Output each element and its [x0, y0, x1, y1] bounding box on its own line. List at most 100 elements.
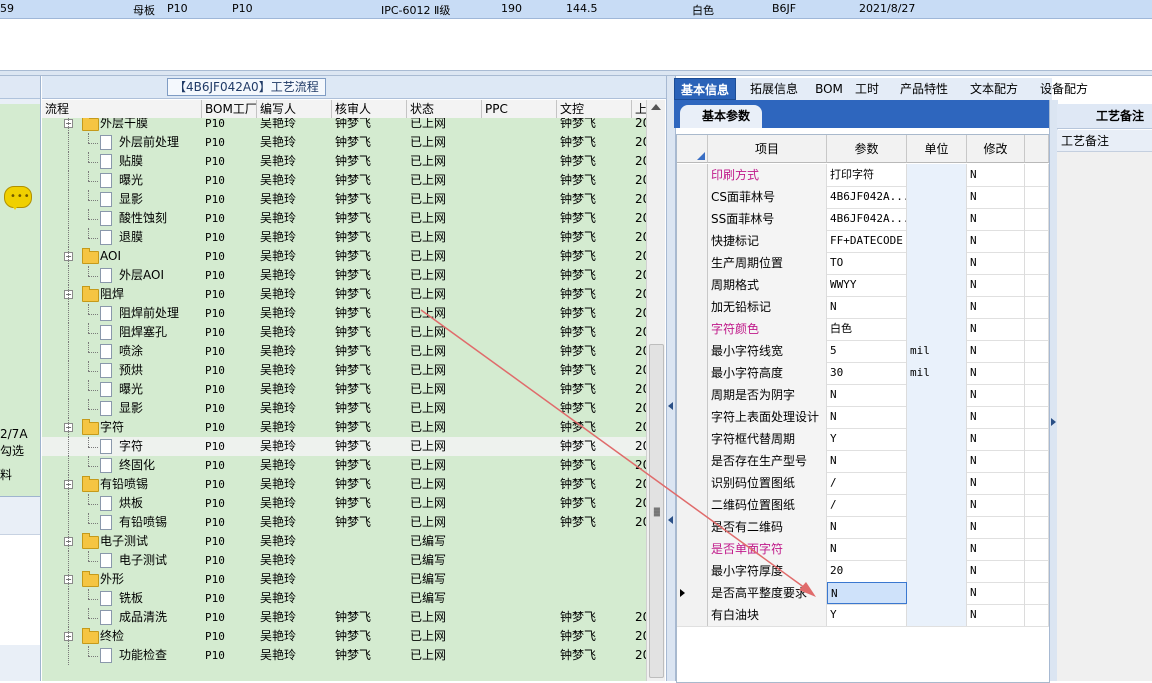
scroll-thumb[interactable]: ▬ ▬ ▬ — [649, 344, 664, 678]
tree-row[interactable]: 烘板 P10 吴艳玲 钟梦飞 已上网 钟梦飞 20 — [42, 494, 646, 513]
tree-row[interactable]: 字符 P10 吴艳玲 钟梦飞 已上网 钟梦飞 20 — [42, 437, 646, 456]
tab-product-features[interactable]: 产品特性 — [892, 78, 956, 100]
param-row[interactable]: 生产周期位置 TO N — [677, 252, 1049, 275]
param-modified[interactable]: N — [967, 516, 1025, 538]
param-modified[interactable]: N — [967, 428, 1025, 450]
param-row[interactable]: 二维码位置图纸 / N — [677, 494, 1049, 517]
param-modified[interactable]: N — [967, 560, 1025, 582]
param-value[interactable]: 打印字符 — [827, 164, 907, 186]
param-row[interactable]: 最小字符厚度 20 N — [677, 560, 1049, 583]
tree-row[interactable]: 有铅喷锡 P10 吴艳玲 钟梦飞 已上网 钟梦飞 20 — [42, 513, 646, 532]
param-modified[interactable]: N — [967, 208, 1025, 230]
param-value[interactable]: 20 — [827, 560, 907, 582]
param-row[interactable]: 是否存在生产型号 N N — [677, 450, 1049, 473]
tree-row[interactable]: −阻焊P10吴艳玲钟梦飞已上网钟梦飞20 — [42, 285, 646, 304]
param-unit[interactable] — [907, 318, 967, 340]
tree-row[interactable]: 显影 P10 吴艳玲 钟梦飞 已上网 钟梦飞 20 — [42, 399, 646, 418]
param-unit[interactable] — [907, 472, 967, 494]
tab-bom[interactable]: BOM — [812, 78, 846, 100]
row-indicator[interactable] — [677, 340, 708, 362]
param-modified[interactable]: N — [967, 472, 1025, 494]
param-row[interactable]: 最小字符高度 30 mil N — [677, 362, 1049, 385]
tree-row[interactable]: −有铅喷锡P10吴艳玲钟梦飞已上网钟梦飞20 — [42, 475, 646, 494]
tree-row[interactable]: 阻焊前处理 P10 吴艳玲 钟梦飞 已上网 钟梦飞 20 — [42, 304, 646, 323]
tree-header-col-ppc[interactable]: PPC — [482, 100, 557, 118]
param-modified[interactable]: N — [967, 494, 1025, 516]
param-modified[interactable]: N — [967, 230, 1025, 252]
tree-row[interactable]: − 外形 P10 吴艳玲 已编写 — [42, 570, 646, 589]
tree-header-col-writer[interactable]: 编写人 — [257, 100, 332, 118]
tree-row[interactable]: 成品清洗 P10 吴艳玲 钟梦飞 已上网 钟梦飞 20 — [42, 608, 646, 627]
tree-row[interactable]: 酸性蚀刻 P10 吴艳玲 钟梦飞 已上网 钟梦飞 20 — [42, 209, 646, 228]
param-modified[interactable]: N — [967, 340, 1025, 362]
tree-header-col-doc-ctrl[interactable]: 文控 — [557, 100, 632, 118]
tab-basic-info[interactable]: 基本信息 — [674, 78, 736, 100]
collapse-left-icon[interactable] — [668, 516, 673, 524]
tab-equipment-recipe[interactable]: 设备配方 — [1032, 78, 1096, 100]
tree-row[interactable]: 曝光 P10 吴艳玲 钟梦飞 已上网 钟梦飞 20 — [42, 380, 646, 399]
row-indicator[interactable] — [677, 406, 708, 428]
param-unit[interactable] — [907, 208, 967, 230]
tree-row[interactable]: −AOIP10吴艳玲钟梦飞已上网钟梦飞20 — [42, 247, 646, 266]
param-row[interactable]: CS面菲林号 4B6JF042A... N — [677, 186, 1049, 209]
param-value[interactable]: N — [827, 582, 907, 604]
param-unit[interactable]: mil — [907, 362, 967, 384]
param-row[interactable]: 快捷标记 FF+DATECODE N — [677, 230, 1049, 253]
param-modified[interactable]: N — [967, 582, 1025, 604]
row-indicator[interactable] — [677, 582, 708, 604]
tree-row[interactable]: 电子测试 P10 吴艳玲 已编写 — [42, 551, 646, 570]
notes-panel[interactable]: 工艺备注 — [1057, 130, 1152, 681]
param-unit[interactable] — [907, 428, 967, 450]
param-modified[interactable]: N — [967, 296, 1025, 318]
tab-text-recipe[interactable]: 文本配方 — [961, 78, 1027, 100]
row-indicator[interactable] — [677, 186, 708, 208]
tree-header-col-reviewer[interactable]: 核审人 — [332, 100, 407, 118]
param-unit[interactable] — [907, 230, 967, 252]
param-unit[interactable] — [907, 538, 967, 560]
tree-row[interactable]: 退膜 P10 吴艳玲 钟梦飞 已上网 钟梦飞 20 — [42, 228, 646, 247]
row-indicator[interactable] — [677, 318, 708, 340]
scroll-up-icon[interactable] — [651, 104, 661, 110]
param-value[interactable]: Y — [827, 428, 907, 450]
param-value[interactable]: N — [827, 516, 907, 538]
param-unit[interactable] — [907, 384, 967, 406]
param-unit[interactable] — [907, 494, 967, 516]
grid-col-item[interactable]: 项目 — [708, 135, 827, 163]
tree-header-col-process[interactable]: 流程 — [42, 100, 202, 118]
row-indicator[interactable] — [677, 252, 708, 274]
collapse-right-icon[interactable] — [1051, 418, 1056, 426]
tree-row[interactable]: −终检P10吴艳玲钟梦飞已上网钟梦飞20 — [42, 627, 646, 646]
tree-row[interactable]: 预烘 P10 吴艳玲 钟梦飞 已上网 钟梦飞 20 — [42, 361, 646, 380]
param-modified[interactable]: N — [967, 384, 1025, 406]
tree-row[interactable]: 阻焊塞孔 P10 吴艳玲 钟梦飞 已上网 钟梦飞 20 — [42, 323, 646, 342]
grid-col-param[interactable]: 参数 — [827, 135, 907, 163]
param-value[interactable]: N — [827, 384, 907, 406]
param-unit[interactable] — [907, 296, 967, 318]
param-unit[interactable] — [907, 582, 967, 604]
param-value[interactable]: 5 — [827, 340, 907, 362]
collapse-left-icon[interactable] — [668, 402, 673, 410]
param-row[interactable]: 是否单面字符 N N — [677, 538, 1049, 561]
param-value[interactable]: / — [827, 494, 907, 516]
param-modified[interactable]: N — [967, 538, 1025, 560]
param-row[interactable]: 周期是否为阴字 N N — [677, 384, 1049, 407]
param-value[interactable]: TO — [827, 252, 907, 274]
tree-row[interactable]: 功能检查 P10 吴艳玲 钟梦飞 已上网 钟梦飞 20 — [42, 646, 646, 665]
row-indicator[interactable] — [677, 538, 708, 560]
param-value[interactable]: / — [827, 472, 907, 494]
param-grid[interactable]: 项目 参数 单位 修改 印刷方式 打印字符 N CS面菲林号 4B6JF042A... N SS面菲… — [676, 134, 1050, 683]
param-modified[interactable]: N — [967, 164, 1025, 186]
tree-row[interactable]: 显影 P10 吴艳玲 钟梦飞 已上网 钟梦飞 20 — [42, 190, 646, 209]
param-modified[interactable]: N — [967, 274, 1025, 296]
tree-header-col-status[interactable]: 状态 — [407, 100, 482, 118]
param-modified[interactable]: N — [967, 604, 1025, 626]
param-modified[interactable]: N — [967, 252, 1025, 274]
param-row[interactable]: 周期格式 WWYY N — [677, 274, 1049, 297]
param-row[interactable]: 是否高平整度要求 N N — [677, 582, 1049, 605]
param-row[interactable]: 有白油块 Y N — [677, 604, 1049, 627]
param-row[interactable]: 字符颜色 白色 N — [677, 318, 1049, 341]
param-row[interactable]: 是否有二维码 N N — [677, 516, 1049, 539]
tree-row[interactable]: −外层干膜P10吴艳玲钟梦飞已上网钟梦飞20 — [42, 118, 646, 133]
row-indicator[interactable] — [677, 560, 708, 582]
tree-row[interactable]: 外层前处理 P10 吴艳玲 钟梦飞 已上网 钟梦飞 20 — [42, 133, 646, 152]
